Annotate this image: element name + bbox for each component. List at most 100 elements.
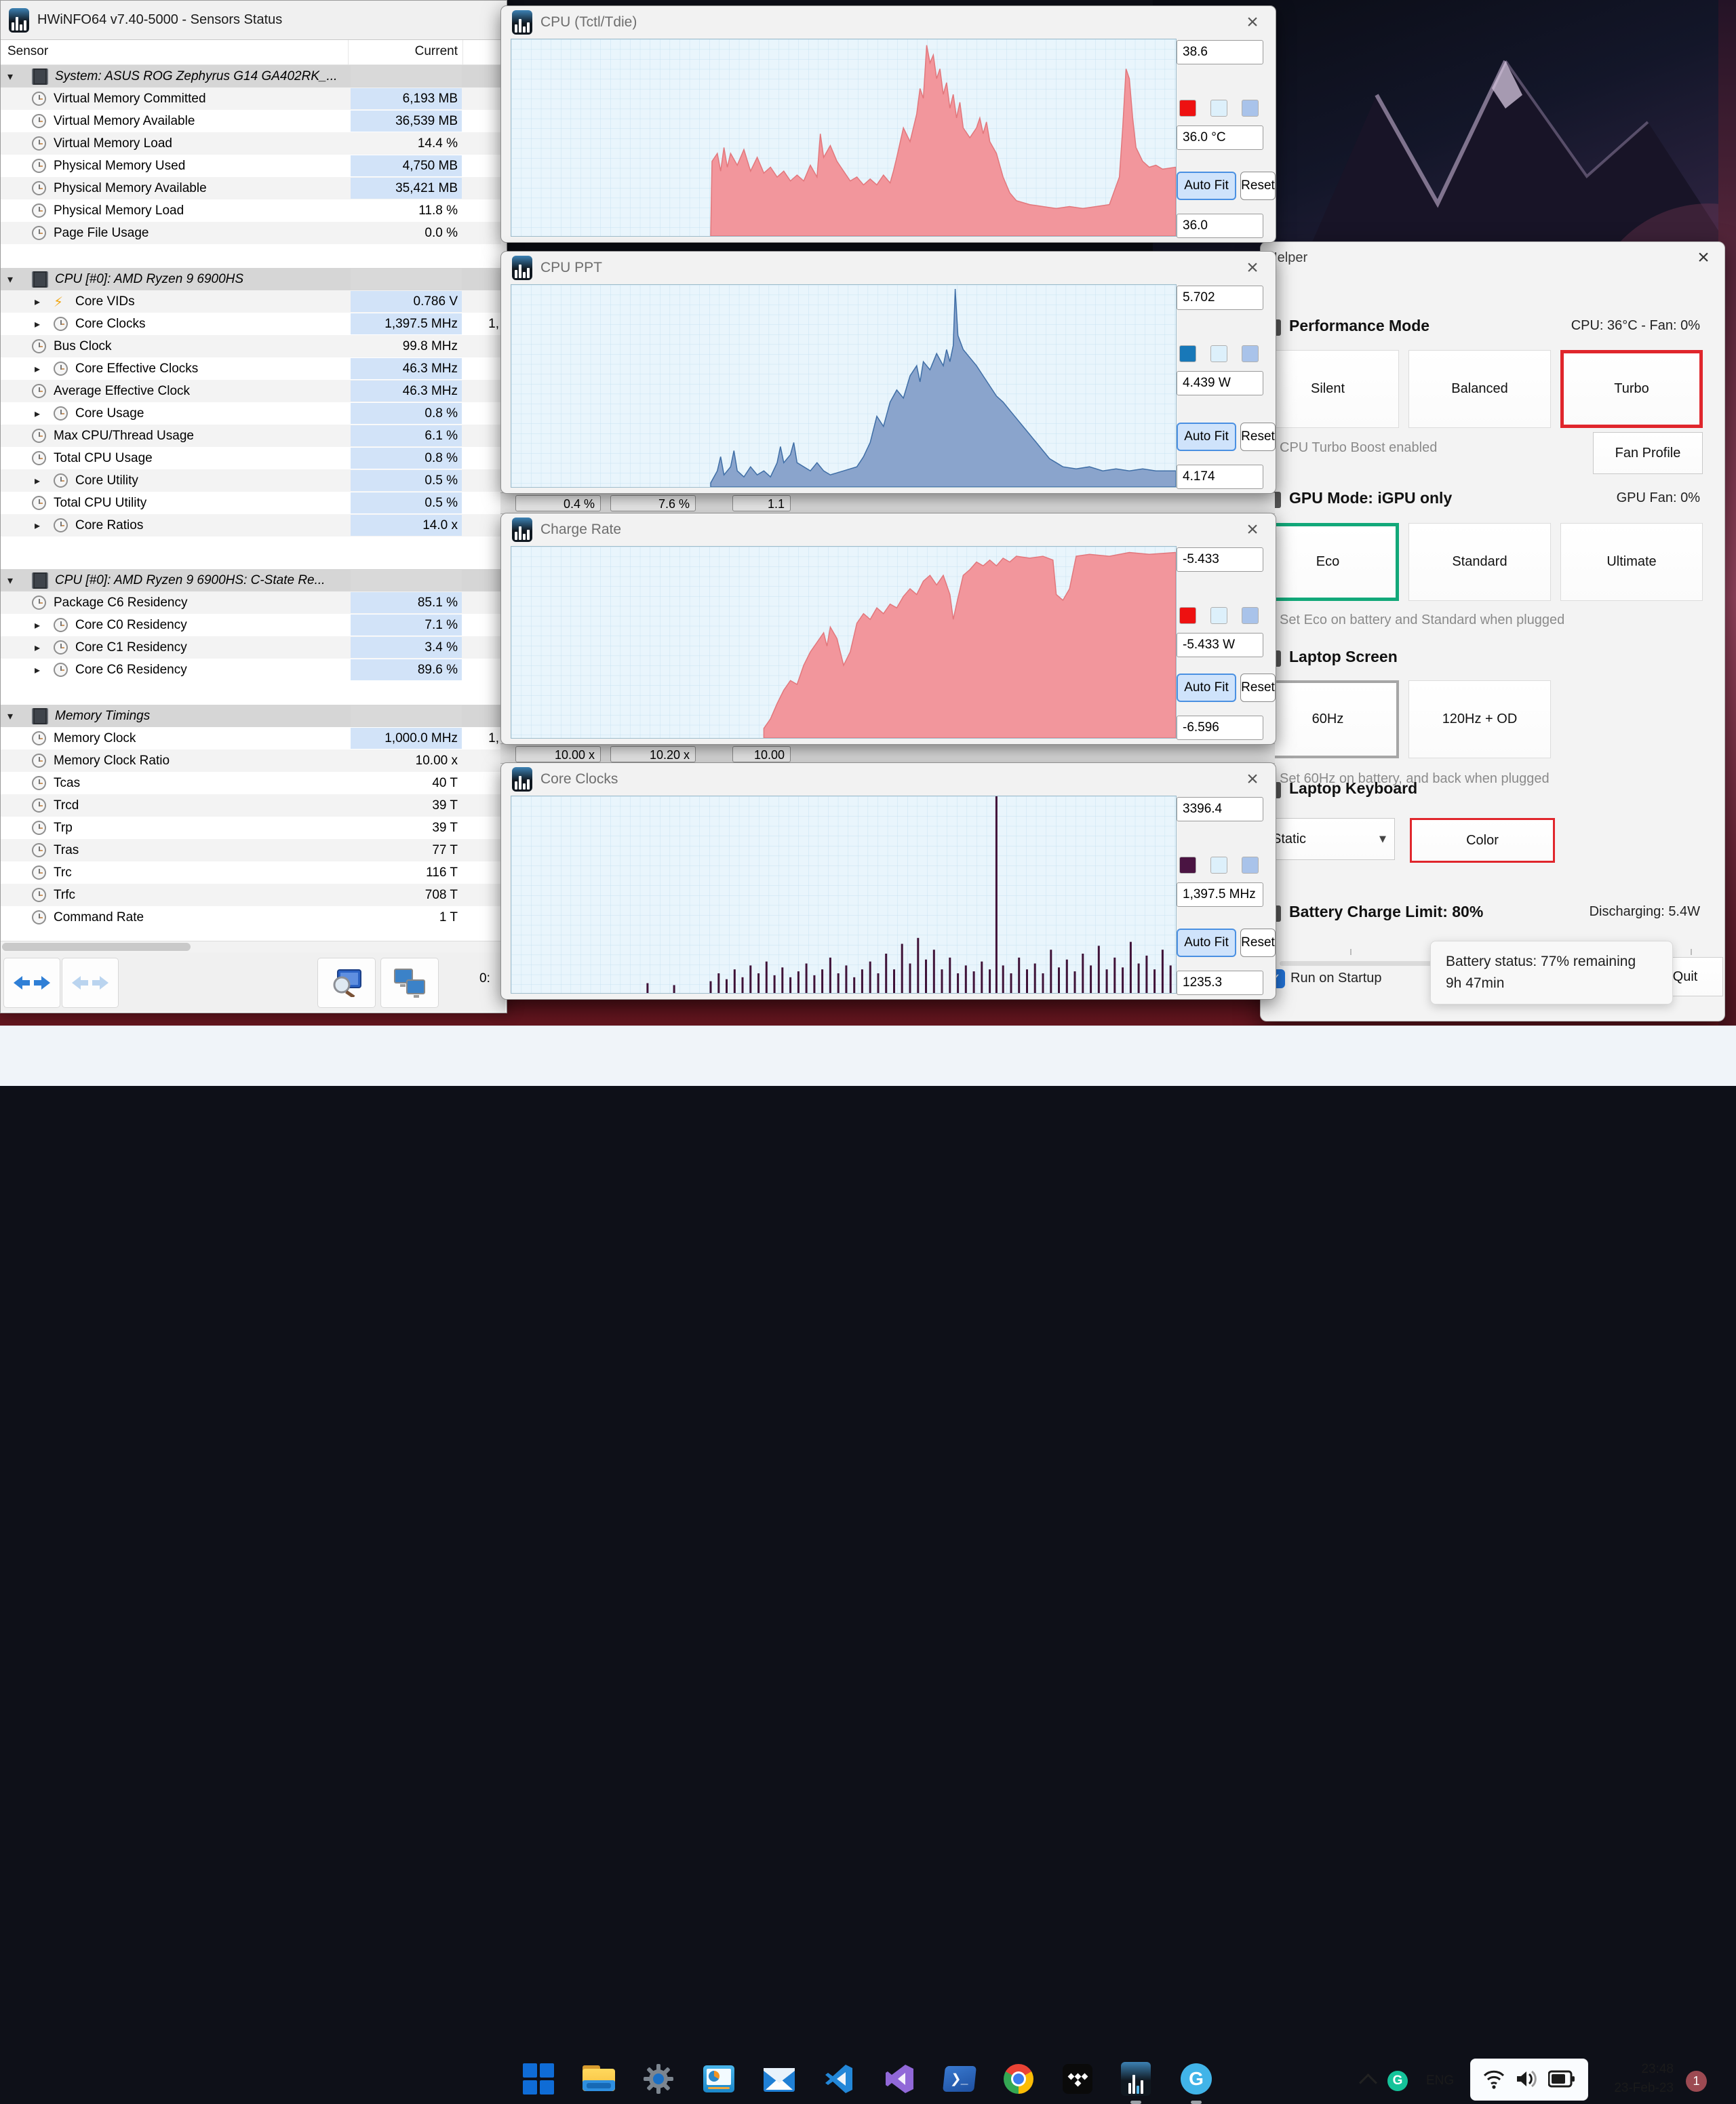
table-row[interactable]: Physical Memory Used 4,750 MB: [1, 155, 501, 177]
chevron-right-icon[interactable]: ▸: [35, 357, 40, 380]
table-row[interactable]: ▸ Core Effective Clocks 46.3 MHz: [1, 357, 501, 380]
60hz-button[interactable]: 60Hz: [1257, 680, 1399, 758]
graph-plot[interactable]: [511, 39, 1177, 237]
chevron-down-icon[interactable]: ▾: [7, 268, 13, 290]
graph-color-option[interactable]: [1242, 607, 1259, 624]
chevron-right-icon[interactable]: ▸: [35, 469, 40, 492]
tray-status-pill[interactable]: [1470, 2059, 1588, 2101]
auto-fit-button[interactable]: Auto Fit: [1177, 674, 1236, 702]
notification-badge[interactable]: 1: [1686, 2071, 1707, 2092]
graph-titlebar[interactable]: Charge Rate: [501, 513, 1276, 546]
chevron-down-icon[interactable]: ▾: [7, 705, 13, 727]
graph-titlebar[interactable]: Core Clocks: [501, 763, 1276, 796]
table-row[interactable]: Memory Clock Ratio 10.00 x: [1, 749, 501, 772]
graph-color-swatch[interactable]: [1179, 857, 1196, 874]
taskbar-system-monitor[interactable]: [701, 2061, 736, 2097]
table-row[interactable]: Virtual Memory Load 14.4 %: [1, 132, 501, 155]
table-row[interactable]: ▸ Core Usage 0.8 %: [1, 402, 501, 425]
graph-plot[interactable]: [511, 546, 1177, 739]
table-row[interactable]: Tras 77 T: [1, 839, 501, 861]
120hz-button[interactable]: 120Hz + OD: [1408, 680, 1551, 758]
table-row[interactable]: ▸ Core Utility 0.5 %: [1, 469, 501, 492]
graph-color-swatch[interactable]: [1179, 607, 1196, 624]
reset-button[interactable]: Reset: [1240, 929, 1276, 957]
table-row[interactable]: Physical Memory Available 35,421 MB: [1, 177, 501, 199]
horizontal-scrollbar[interactable]: [1, 941, 505, 953]
table-row[interactable]: Package C6 Residency 85.1 %: [1, 591, 501, 614]
graph-titlebar[interactable]: CPU PPT: [501, 252, 1276, 284]
auto-fit-button[interactable]: Auto Fit: [1177, 172, 1236, 200]
sensor-group-row[interactable]: ▾ CPU [#0]: AMD Ryzen 9 6900HS: [1, 268, 501, 290]
taskbar-powershell[interactable]: ❯_: [942, 2061, 977, 2097]
table-row[interactable]: Trfc 708 T: [1, 884, 501, 906]
auto-fit-button[interactable]: Auto Fit: [1177, 929, 1236, 957]
collapse-columns-button[interactable]: [62, 958, 119, 1008]
graph-plot[interactable]: [511, 284, 1177, 488]
table-row[interactable]: ▸ Core VIDs ⚡ 0.786 V: [1, 290, 501, 313]
taskbar-settings[interactable]: [641, 2061, 676, 2097]
sensor-group-row[interactable]: ▾ CPU [#0]: AMD Ryzen 9 6900HS: C-State R…: [1, 569, 501, 591]
close-icon[interactable]: ×: [1240, 767, 1265, 792]
sensor-table-header[interactable]: Sensor Current: [1, 40, 507, 65]
table-row[interactable]: Total CPU Utility 0.5 %: [1, 492, 501, 514]
graph-titlebar[interactable]: CPU (Tctl/Tdie): [501, 6, 1276, 39]
keyboard-color-button[interactable]: Color: [1410, 818, 1555, 863]
table-row[interactable]: Memory Clock 1,000.0 MHz 1,: [1, 727, 501, 749]
table-row[interactable]: Virtual Memory Committed 6,193 MB: [1, 87, 501, 110]
table-row[interactable]: Trcd 39 T: [1, 794, 501, 817]
table-row[interactable]: ▸ Core C0 Residency 7.1 %: [1, 614, 501, 636]
table-row[interactable]: Average Effective Clock 46.3 MHz: [1, 380, 501, 402]
fan-profile-button[interactable]: Fan Profile: [1593, 432, 1703, 474]
table-row[interactable]: Physical Memory Load 11.8 %: [1, 199, 501, 222]
sensor-rows[interactable]: ▾ System: ASUS ROG Zephyrus G14 GA402RK_.…: [1, 65, 505, 940]
taskbar-mail[interactable]: [762, 2061, 797, 2097]
eco-button[interactable]: Eco: [1257, 523, 1399, 601]
taskbar-hwinfo[interactable]: [1118, 2061, 1153, 2097]
chevron-down-icon[interactable]: ▾: [7, 569, 13, 591]
chevron-right-icon[interactable]: ▸: [35, 636, 40, 659]
turbo-button[interactable]: Turbo: [1560, 350, 1703, 428]
table-row[interactable]: Page File Usage 0.0 %: [1, 222, 501, 244]
remote-sensors-button[interactable]: [380, 958, 439, 1008]
graph-color-option[interactable]: [1242, 345, 1259, 362]
table-row[interactable]: ▸ Core Ratios 14.0 x: [1, 514, 501, 537]
close-icon[interactable]: ×: [1692, 246, 1715, 269]
taskbar-tidal[interactable]: [1060, 2061, 1095, 2097]
graph-color-swatch[interactable]: [1179, 100, 1196, 117]
table-row[interactable]: Command Rate 1 T: [1, 906, 501, 929]
table-row[interactable]: Max CPU/Thread Usage 6.1 %: [1, 425, 501, 447]
graph-color-option[interactable]: [1242, 857, 1259, 874]
chevron-right-icon[interactable]: ▸: [35, 614, 40, 636]
sensor-group-row[interactable]: ▾ Memory Timings: [1, 705, 501, 727]
grammarly-tray-icon[interactable]: G: [1387, 2071, 1408, 2091]
close-icon[interactable]: ×: [1240, 518, 1265, 542]
chevron-right-icon[interactable]: ▸: [35, 514, 40, 537]
column-current[interactable]: Current: [351, 44, 458, 59]
chevron-right-icon[interactable]: ▸: [35, 659, 40, 681]
close-icon[interactable]: ×: [1240, 10, 1265, 35]
graph-color-option[interactable]: [1210, 607, 1227, 624]
column-sensor[interactable]: Sensor: [7, 44, 48, 59]
table-row[interactable]: Tcas 40 T: [1, 772, 501, 794]
graph-plot[interactable]: [511, 796, 1177, 994]
tray-chevron-up-icon[interactable]: [1359, 2073, 1377, 2092]
silent-button[interactable]: Silent: [1257, 350, 1399, 428]
graph-color-option[interactable]: [1210, 100, 1227, 117]
sensor-group-row[interactable]: ▾ System: ASUS ROG Zephyrus G14 GA402RK_.…: [1, 65, 501, 87]
auto-fit-button[interactable]: Auto Fit: [1177, 423, 1236, 451]
taskbar-ghelper[interactable]: G: [1179, 2061, 1214, 2097]
table-row[interactable]: Trp 39 T: [1, 817, 501, 839]
tray-clock[interactable]: 23:48 23-Feb-23: [1594, 2060, 1674, 2097]
reset-button[interactable]: Reset: [1240, 674, 1276, 702]
graph-color-option[interactable]: [1210, 345, 1227, 362]
reset-button[interactable]: Reset: [1240, 172, 1276, 200]
table-row[interactable]: Bus Clock 99.8 MHz: [1, 335, 501, 357]
chevron-right-icon[interactable]: ▸: [35, 402, 40, 425]
table-row[interactable]: ▸ Core C1 Residency 3.4 %: [1, 636, 501, 659]
close-icon[interactable]: ×: [1240, 256, 1265, 280]
keyboard-mode-dropdown[interactable]: Static ▼: [1257, 818, 1395, 860]
taskbar-visual-studio[interactable]: [882, 2061, 918, 2097]
start-button[interactable]: [521, 2061, 556, 2097]
taskbar-vscode[interactable]: [822, 2061, 857, 2097]
chevron-right-icon[interactable]: ▸: [35, 290, 40, 313]
